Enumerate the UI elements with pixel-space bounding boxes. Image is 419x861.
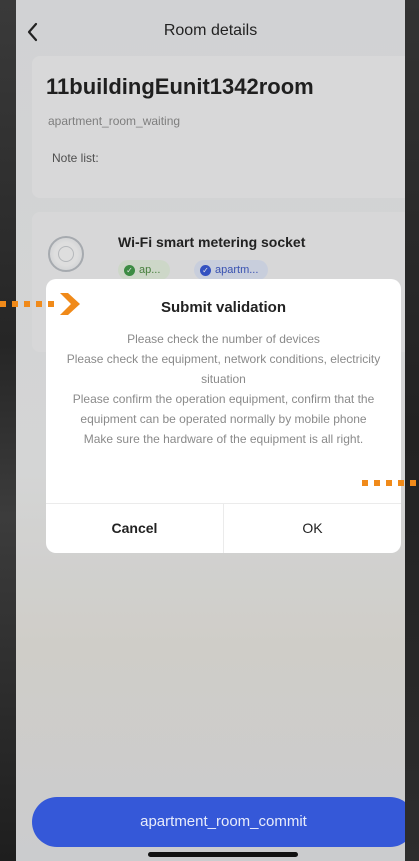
home-indicator [148, 852, 298, 857]
submit-validation-dialog: Submit validation Please check the numbe… [46, 279, 401, 553]
pointer-dots-icon [362, 480, 416, 486]
pointer-arrow-icon [0, 293, 80, 315]
background-right-strip [405, 0, 419, 861]
commit-button[interactable]: apartment_room_commit [32, 797, 405, 847]
dialog-line: Please confirm the operation equipment, … [72, 392, 375, 426]
dialog-line: Make sure the hardware of the equipment … [83, 432, 364, 446]
ok-button[interactable]: OK [224, 504, 401, 553]
cancel-button[interactable]: Cancel [46, 504, 223, 553]
background-left-strip [0, 0, 16, 861]
dialog-line: Please check the number of devices [127, 332, 320, 346]
dialog-message: Please check the number of devices Pleas… [66, 329, 381, 449]
dialog-line: Please check the equipment, network cond… [66, 352, 381, 386]
dialog-title: Submit validation [160, 299, 286, 316]
